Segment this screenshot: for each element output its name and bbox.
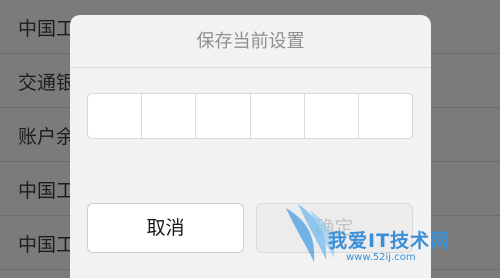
list-item-label: 交通银 <box>18 72 76 94</box>
list-item-label: 账户余 <box>18 126 76 148</box>
cancel-button[interactable]: 取消 <box>87 203 244 253</box>
pin-digit-cell[interactable] <box>88 94 143 138</box>
pin-digit-cell[interactable] <box>305 94 359 138</box>
watermark: 我爱IT技术网 www.52ij.com <box>276 200 496 272</box>
pin-digit-cell[interactable] <box>142 94 197 138</box>
pin-input[interactable] <box>87 93 413 139</box>
watermark-url: www.52ij.com <box>346 252 416 263</box>
pin-digit-cell[interactable] <box>251 94 305 138</box>
watermark-text: 我爱IT技术网 <box>328 230 451 252</box>
list-item-label: 中国工 <box>18 234 76 256</box>
list-item-label: 中国工 <box>18 180 76 202</box>
list-item-label: 中国工 <box>18 18 76 40</box>
pin-digit-cell[interactable] <box>196 94 251 138</box>
pin-digit-cell[interactable] <box>359 94 412 138</box>
dialog-title: 保存当前设置 <box>70 15 431 68</box>
